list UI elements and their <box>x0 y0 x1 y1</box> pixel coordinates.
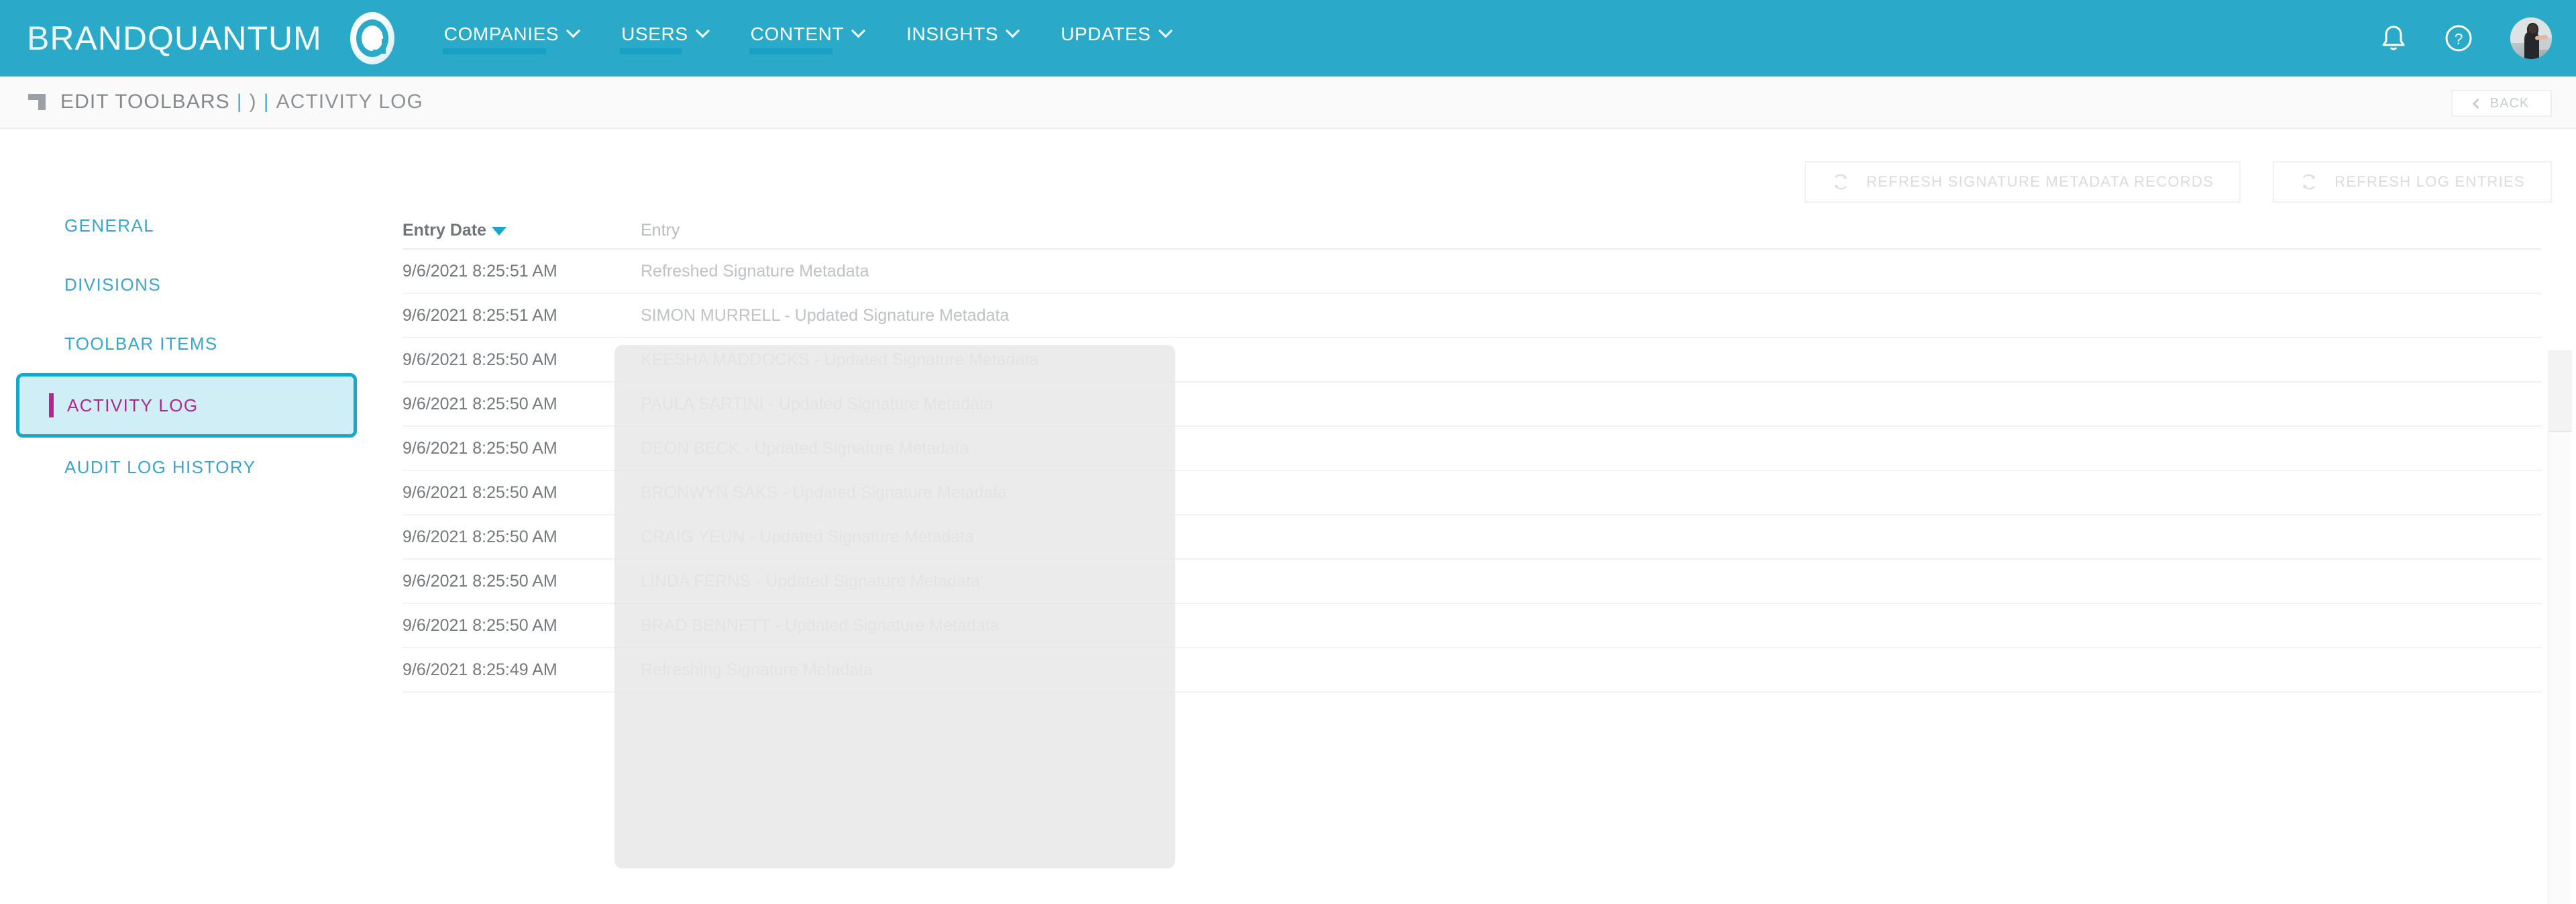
quantum-q-logo-icon <box>350 12 394 64</box>
cell-entry: CRAIG YEUN - Updated Signature Metadata <box>641 527 975 546</box>
sidebar-item-divisions[interactable]: DIVISIONS <box>0 255 376 314</box>
table-row[interactable]: 9/6/2021 8:25:51 AM Refreshed Signature M… <box>402 250 2541 294</box>
cell-entry-date: 9/6/2021 8:25:50 AM <box>402 571 557 591</box>
nav-label: CONTENT <box>750 23 845 44</box>
flag-corner-icon <box>28 94 46 110</box>
refresh-signature-metadata-label: REFRESH SIGNATURE METADATA RECORDS <box>1866 173 2214 190</box>
nav-item-content[interactable]: CONTENT <box>748 19 867 57</box>
table-row[interactable]: 9/6/2021 8:25:50 AM PAULA SARTINI - Updat… <box>402 383 2541 427</box>
app-header: BRANDQUANTUM COMPANIES USERS CONTENT INS… <box>0 0 2576 77</box>
nav-item-users[interactable]: USERS <box>619 19 710 57</box>
chevron-down-icon <box>1158 23 1173 38</box>
refresh-log-entries-label: REFRESH LOG ENTRIES <box>2334 173 2525 190</box>
cell-entry: DEON BECK - Updated Signature Metadata <box>641 438 969 458</box>
nav-label: UPDATES <box>1061 23 1151 44</box>
refresh-icon <box>2303 174 2316 190</box>
nav-label: INSIGHTS <box>906 23 999 44</box>
vertical-scrollbar[interactable] <box>2548 350 2572 904</box>
nav-active-underline <box>749 48 833 54</box>
breadcrumb-separator-1: | <box>236 91 243 113</box>
settings-sidebar: GENERAL DIVISIONS TOOLBAR ITEMS ACTIVITY… <box>0 196 376 497</box>
table-row[interactable]: 9/6/2021 8:25:50 AM CRAIG YEUN - Updated … <box>402 515 2541 560</box>
scrollbar-thumb[interactable] <box>2549 350 2572 432</box>
activity-log-table: Entry Date Entry 9/6/2021 8:25:51 AM Refr… <box>402 201 2541 693</box>
sidebar-item-label: TOOLBAR ITEMS <box>64 333 218 354</box>
brand-area[interactable]: BRANDQUANTUM <box>27 12 394 64</box>
cell-entry-date: 9/6/2021 8:25:50 AM <box>402 615 557 635</box>
nav-item-updates[interactable]: UPDATES <box>1058 19 1173 57</box>
sidebar-item-label: ACTIVITY LOG <box>67 395 199 415</box>
breadcrumb: EDIT TOOLBARS | ) | ACTIVITY LOG <box>60 91 423 113</box>
cell-entry-date: 9/6/2021 8:25:49 AM <box>402 660 557 679</box>
table-header-row: Entry Date Entry <box>402 201 2541 250</box>
table-row[interactable]: 9/6/2021 8:25:50 AM BRONWYN SAKS - Update… <box>402 471 2541 515</box>
cell-entry-date: 9/6/2021 8:25:51 AM <box>402 305 557 325</box>
table-row[interactable]: 9/6/2021 8:25:50 AM KEESHA MADDOCKS - Upd… <box>402 338 2541 383</box>
svg-text:?: ? <box>2455 30 2463 48</box>
table-row[interactable]: 9/6/2021 8:25:50 AM DEON BECK - Updated S… <box>402 427 2541 471</box>
cell-entry: BRONWYN SAKS - Updated Signature Metadat… <box>641 483 1008 502</box>
breadcrumb-current: ACTIVITY LOG <box>276 91 423 113</box>
column-header-entry[interactable]: Entry <box>641 221 2541 248</box>
sidebar-item-general[interactable]: GENERAL <box>0 196 376 255</box>
cell-entry: LINDA FERNS - Updated Signature Metadata <box>641 571 980 591</box>
breadcrumb-parent[interactable]: EDIT TOOLBARS <box>60 91 230 113</box>
column-header-entry-date[interactable]: Entry Date <box>402 221 641 248</box>
refresh-log-entries-button[interactable]: REFRESH LOG ENTRIES <box>2273 161 2552 203</box>
bell-icon[interactable] <box>2380 23 2407 53</box>
cell-entry: Refreshed Signature Metadata <box>641 261 869 281</box>
chevron-down-icon <box>695 23 710 38</box>
column-header-label: Entry <box>641 221 680 240</box>
cell-entry: KEESHA MADDOCKS - Updated Signature Meta… <box>641 350 1039 369</box>
header-actions: ? <box>2380 0 2552 77</box>
table-row[interactable]: 9/6/2021 8:25:51 AM SIMON MURRELL - Updat… <box>402 294 2541 338</box>
breadcrumb-middle: ) <box>249 91 257 113</box>
table-body: 9/6/2021 8:25:51 AM Refreshed Signature M… <box>402 250 2541 693</box>
refresh-toolbar: REFRESH SIGNATURE METADATA RECORDS REFRE… <box>1805 161 2552 203</box>
chevron-left-icon <box>2472 98 2483 109</box>
sidebar-item-label: GENERAL <box>64 215 155 236</box>
cell-entry-date: 9/6/2021 8:25:50 AM <box>402 483 557 502</box>
sidebar-item-toolbar-items[interactable]: TOOLBAR ITEMS <box>0 314 376 373</box>
cell-entry-date: 9/6/2021 8:25:50 AM <box>402 350 557 369</box>
cell-entry: PAULA SARTINI - Updated Signature Metada… <box>641 394 994 413</box>
chevron-down-icon <box>1006 23 1020 38</box>
cell-entry-date: 9/6/2021 8:25:50 AM <box>402 394 557 413</box>
sidebar-item-activity-log[interactable]: ACTIVITY LOG <box>16 373 357 438</box>
chevron-down-icon <box>851 23 866 38</box>
back-button-label: BACK <box>2489 95 2530 111</box>
cell-entry: BRAD BENNETT - Updated Signature Metadat… <box>641 615 1000 635</box>
sidebar-item-audit-log-history[interactable]: AUDIT LOG HISTORY <box>0 438 376 497</box>
active-indicator-bar <box>49 393 54 417</box>
cell-entry: Refreshing Signature Metadata <box>641 660 873 679</box>
nav-label: USERS <box>621 23 688 44</box>
nav-item-insights[interactable]: INSIGHTS <box>904 19 1020 57</box>
nav-active-underline <box>442 48 546 54</box>
cell-entry-date: 9/6/2021 8:25:51 AM <box>402 261 557 281</box>
nav-label: COMPANIES <box>443 23 559 44</box>
column-header-label: Entry Date <box>402 221 487 240</box>
breadcrumb-separator-2: | <box>263 91 270 113</box>
cell-entry-date: 9/6/2021 8:25:50 AM <box>402 527 557 546</box>
chevron-down-icon <box>566 23 581 38</box>
sidebar-item-label: DIVISIONS <box>64 274 162 295</box>
sort-descending-icon <box>492 227 507 236</box>
brand-wordmark: BRANDQUANTUM <box>27 19 322 57</box>
question-circle-icon[interactable]: ? <box>2445 24 2473 52</box>
nav-active-underline <box>620 48 682 54</box>
page-content: REFRESH SIGNATURE METADATA RECORDS REFRE… <box>0 129 2576 904</box>
refresh-signature-metadata-button[interactable]: REFRESH SIGNATURE METADATA RECORDS <box>1805 161 2241 203</box>
table-row[interactable]: 9/6/2021 8:25:50 AM LINDA FERNS - Updated… <box>402 560 2541 604</box>
cell-entry: SIMON MURRELL - Updated Signature Metada… <box>641 305 1010 325</box>
main-navigation: COMPANIES USERS CONTENT INSIGHTS UPDATES <box>441 19 1173 57</box>
back-button[interactable]: BACK <box>2451 90 2552 117</box>
table-row[interactable]: 9/6/2021 8:25:49 AM Refreshing Signature … <box>402 648 2541 693</box>
nav-item-companies[interactable]: COMPANIES <box>441 19 581 57</box>
refresh-icon <box>1835 174 1847 190</box>
sidebar-item-label: AUDIT LOG HISTORY <box>64 456 256 477</box>
breadcrumb-bar: EDIT TOOLBARS | ) | ACTIVITY LOG BACK <box>0 77 2576 129</box>
table-row[interactable]: 9/6/2021 8:25:50 AM BRAD BENNETT - Update… <box>402 604 2541 648</box>
avatar[interactable] <box>2510 17 2552 59</box>
cell-entry-date: 9/6/2021 8:25:50 AM <box>402 438 557 458</box>
